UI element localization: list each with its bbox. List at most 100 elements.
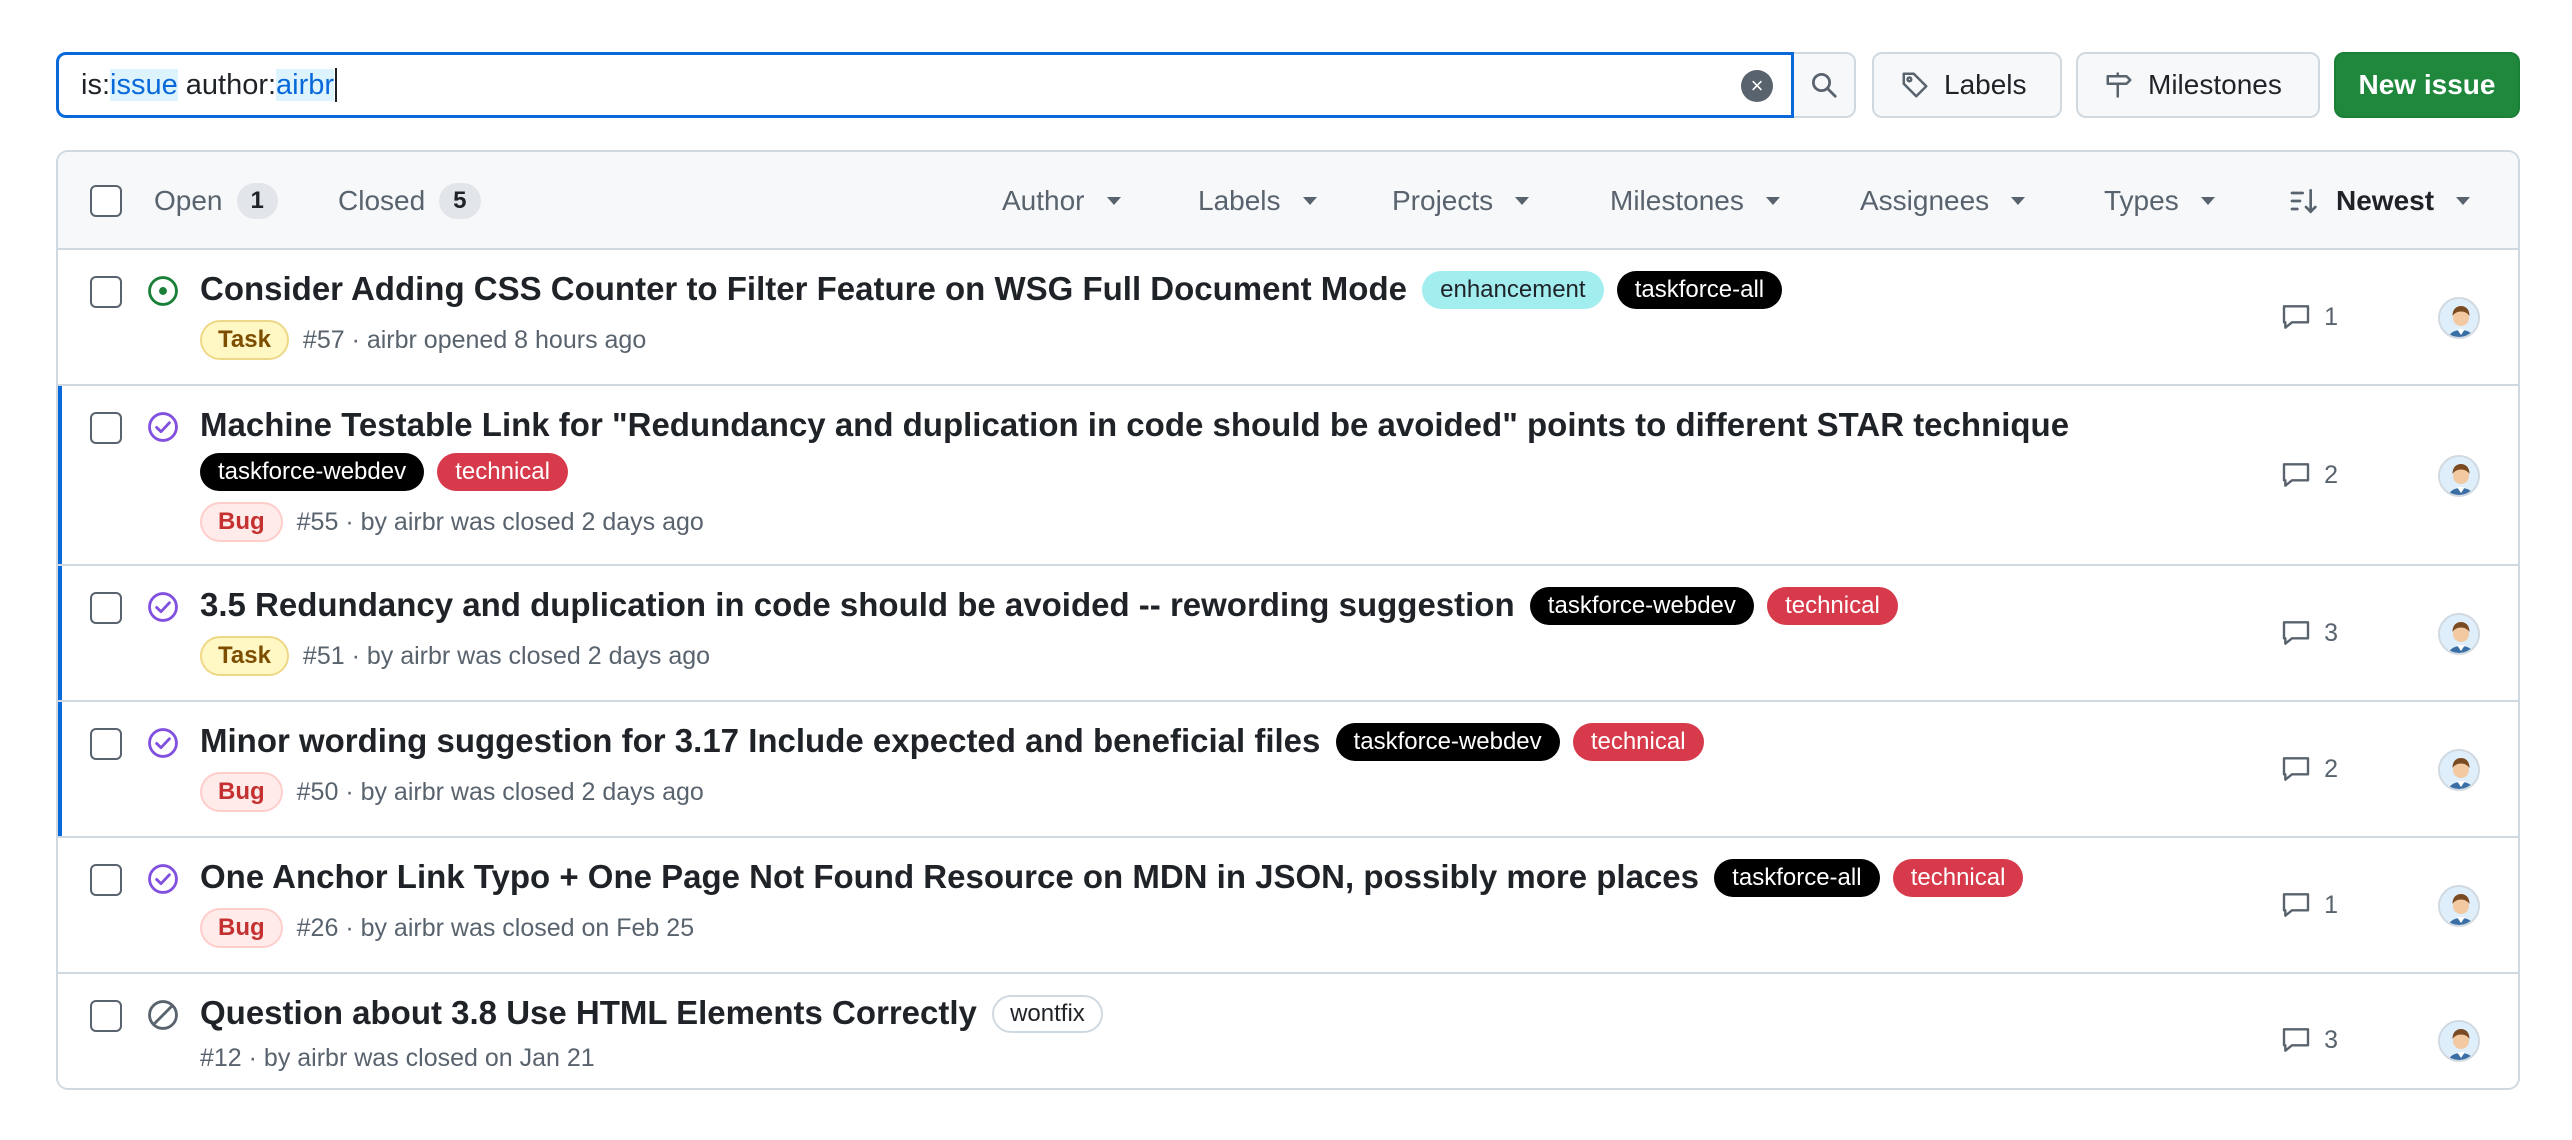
issue-type-badge[interactable]: Task <box>200 320 289 360</box>
issue-checkbox[interactable] <box>90 728 122 760</box>
avatar[interactable] <box>2438 749 2480 791</box>
issue-closed-icon <box>146 590 180 624</box>
issue-label[interactable]: taskforce-all <box>1714 859 1880 897</box>
issue-meta: Bug #55 · by airbr was closed 2 days ago <box>200 502 2198 542</box>
issue-type-badge[interactable]: Bug <box>200 908 283 948</box>
filter-types[interactable]: Types <box>2104 152 2215 250</box>
search-input[interactable]: is:issue author:airbr × <box>56 52 1795 118</box>
issue-type-badge[interactable]: Bug <box>200 502 283 542</box>
issue-label[interactable]: enhancement <box>1422 271 1604 309</box>
issue-checkbox[interactable] <box>90 592 122 624</box>
search-button[interactable] <box>1794 52 1856 118</box>
filter-projects[interactable]: Projects <box>1392 152 1530 250</box>
issue-label[interactable]: technical <box>1892 859 2024 897</box>
closed-issues-tab[interactable]: Closed 5 <box>338 152 481 250</box>
issue-label[interactable]: wontfix <box>992 995 1103 1033</box>
filter-milestones[interactable]: Milestones <box>1610 152 1780 250</box>
issue-type-badge[interactable]: Task <box>200 636 289 676</box>
issue-title-link[interactable]: 3.5 Redundancy and duplication in code s… <box>200 586 1515 623</box>
labels-button[interactable]: Labels <box>1872 52 2062 118</box>
issue-row[interactable]: Minor wording suggestion for 3.17 Includ… <box>58 702 2518 838</box>
search-query-token: airbr <box>276 68 335 101</box>
issue-label[interactable]: taskforce-webdev <box>1335 723 1560 761</box>
new-issue-button[interactable]: New issue <box>2334 52 2520 118</box>
avatar[interactable] <box>2438 613 2480 655</box>
avatar[interactable] <box>2438 297 2480 339</box>
issue-meta-text: #51 · by airbr was closed 2 days ago <box>302 641 711 670</box>
issue-checkbox[interactable] <box>90 1000 122 1032</box>
issue-row[interactable]: Question about 3.8 Use HTML Elements Cor… <box>58 974 2518 1088</box>
filter-types-label: Types <box>2104 185 2179 216</box>
comment-count-link[interactable]: 1 <box>2280 301 2338 333</box>
issue-row[interactable]: One Anchor Link Typo + One Page Not Foun… <box>58 838 2518 974</box>
issue-title-line: One Anchor Link Typo + One Page Not Foun… <box>200 854 2198 900</box>
issue-title-link[interactable]: Machine Testable Link for "Redundancy an… <box>200 406 2069 443</box>
issue-label[interactable]: taskforce-all <box>1616 271 1783 309</box>
issue-type-badge[interactable]: Bug <box>200 772 283 812</box>
chevron-down-icon <box>2456 197 2471 205</box>
sort-dropdown[interactable]: Newest <box>2288 152 2471 250</box>
chevron-down-icon <box>1515 197 1530 205</box>
comment-icon <box>2282 305 2310 329</box>
filter-labels[interactable]: Labels <box>1198 152 1317 250</box>
issue-label[interactable]: technical <box>1767 587 1898 625</box>
comment-count: 1 <box>2324 890 2338 919</box>
comment-count: 3 <box>2324 618 2338 647</box>
issue-title-link[interactable]: Question about 3.8 Use HTML Elements Cor… <box>200 994 977 1031</box>
filter-author[interactable]: Author <box>1002 152 1121 250</box>
clear-search-button[interactable]: × <box>1741 70 1774 102</box>
filter-assignees[interactable]: Assignees <box>1860 152 2026 250</box>
issue-label[interactable]: technical <box>1572 723 1704 761</box>
avatar[interactable] <box>2438 1020 2480 1062</box>
issue-checkbox[interactable] <box>90 864 122 896</box>
issue-list-header: Open 1 Closed 5 Author Labels Projects M… <box>58 152 2518 250</box>
issue-list: Open 1 Closed 5 Author Labels Projects M… <box>56 150 2520 1090</box>
issue-meta-text: #26 · by airbr was closed on Feb 25 <box>296 913 695 942</box>
comment-count-link[interactable]: 3 <box>2280 617 2338 649</box>
issue-not-planned-icon <box>146 998 180 1032</box>
issue-row[interactable]: Machine Testable Link for "Redundancy an… <box>58 386 2518 566</box>
issue-row[interactable]: Consider Adding CSS Counter to Filter Fe… <box>58 250 2518 386</box>
issue-label[interactable]: technical <box>437 453 568 491</box>
comment-count-link[interactable]: 2 <box>2280 459 2338 491</box>
comment-count-link[interactable]: 3 <box>2280 1024 2338 1056</box>
issue-meta-text: #12 · by airbr was closed on Jan 21 <box>200 1044 595 1072</box>
search-query-token: is: <box>81 68 110 101</box>
milestones-button[interactable]: Milestones <box>2076 52 2320 118</box>
open-issues-tab[interactable]: Open 1 <box>154 152 278 250</box>
search-group: is:issue author:airbr × <box>56 52 1856 118</box>
issue-label[interactable]: taskforce-webdev <box>1529 587 1754 625</box>
comment-icon <box>2282 893 2310 917</box>
issue-body: One Anchor Link Typo + One Page Not Foun… <box>200 854 2198 948</box>
closed-tab-label: Closed <box>338 185 426 216</box>
issue-title-link[interactable]: One Anchor Link Typo + One Page Not Foun… <box>200 858 1699 895</box>
open-tab-label: Open <box>154 185 223 216</box>
comment-count-link[interactable]: 1 <box>2280 889 2338 921</box>
close-icon: × <box>1750 73 1764 98</box>
issue-row[interactable]: 3.5 Redundancy and duplication in code s… <box>58 566 2518 702</box>
comment-count-link[interactable]: 2 <box>2280 753 2338 785</box>
text-caret <box>335 68 338 102</box>
issue-title-line: Machine Testable Link for "Redundancy an… <box>200 402 2198 494</box>
issue-body: Consider Adding CSS Counter to Filter Fe… <box>200 266 2198 360</box>
sort-label: Newest <box>2336 185 2435 216</box>
select-all-checkbox[interactable] <box>90 185 122 217</box>
avatar[interactable] <box>2438 885 2480 927</box>
issue-title-line: Minor wording suggestion for 3.17 Includ… <box>200 718 2198 764</box>
chevron-down-icon <box>1106 197 1121 205</box>
issue-title-link[interactable]: Minor wording suggestion for 3.17 Includ… <box>200 722 1320 759</box>
issue-checkbox[interactable] <box>90 412 122 444</box>
issue-meta-text: #55 · by airbr was closed 2 days ago <box>296 507 704 536</box>
issue-meta: Task #57 · airbr opened 8 hours ago <box>200 320 2198 360</box>
issue-checkbox[interactable] <box>90 276 122 308</box>
chevron-down-icon <box>1302 197 1317 205</box>
avatar[interactable] <box>2438 455 2480 497</box>
issue-title-link[interactable]: Consider Adding CSS Counter to Filter Fe… <box>200 270 1407 307</box>
chevron-down-icon <box>2011 197 2026 205</box>
search-query-token: issue <box>110 68 178 101</box>
issue-closed-icon <box>146 862 180 896</box>
comment-count: 2 <box>2324 754 2338 783</box>
issue-label[interactable]: taskforce-webdev <box>200 453 425 491</box>
issue-body: Minor wording suggestion for 3.17 Includ… <box>200 718 2198 812</box>
issue-body: Question about 3.8 Use HTML Elements Cor… <box>200 990 2198 1073</box>
